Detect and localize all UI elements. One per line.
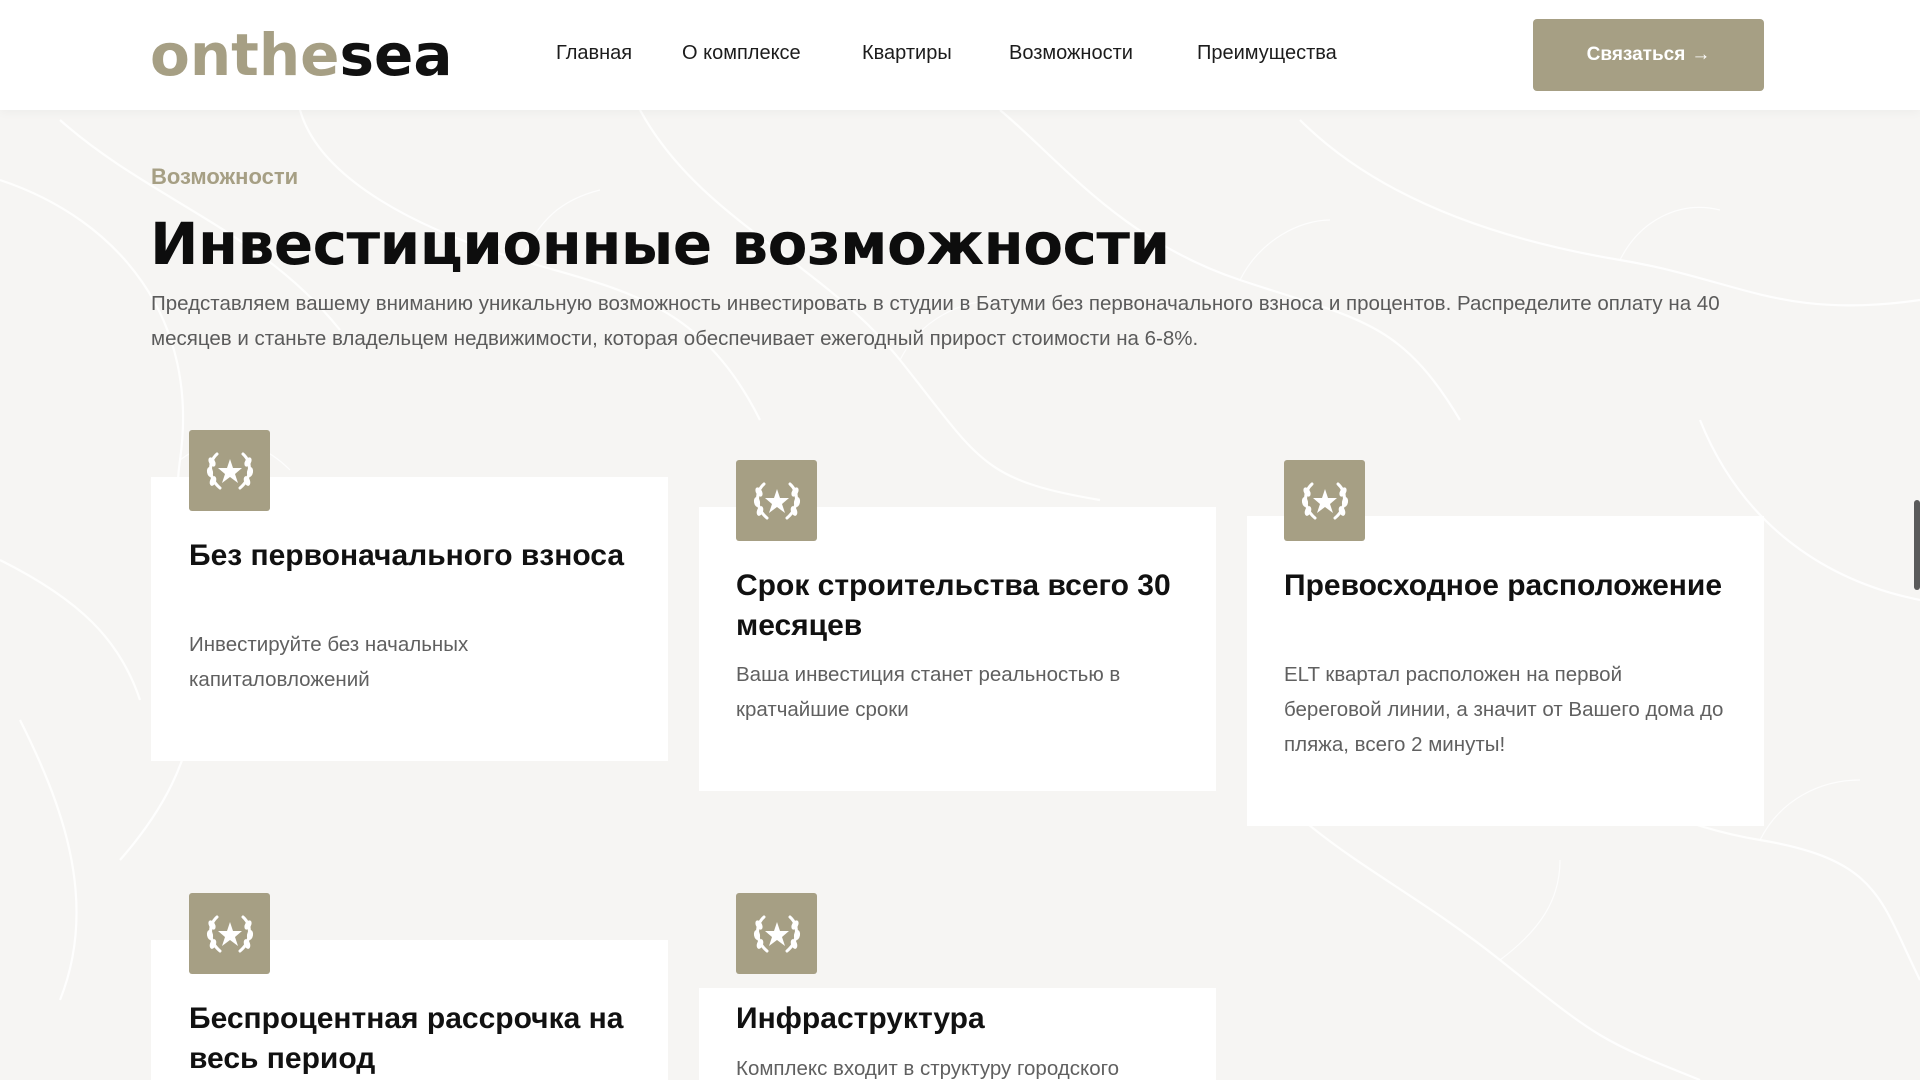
card-title: Срок строительства всего 30 месяцев — [736, 569, 1171, 642]
card-text: ELT квартал расположен на первой берегов… — [1284, 663, 1724, 756]
arrow-right-icon: → — [1691, 44, 1711, 65]
section-title: Инвестиционные возможности — [150, 210, 1170, 278]
contact-button[interactable]: Связаться → — [1533, 19, 1764, 91]
nav-apartments[interactable]: Квартиры — [862, 42, 952, 65]
nav-opportunities[interactable]: Возможности — [1009, 42, 1133, 65]
card-title: Беспроцентная рассрочка на весь период — [189, 1002, 624, 1075]
laurel-star-icon — [189, 893, 270, 974]
nav-about[interactable]: О комплексе — [682, 42, 801, 65]
nav-advantages[interactable]: Преимущества — [1197, 42, 1337, 65]
laurel-star-icon — [189, 430, 270, 511]
section-intro: Представляем вашему вниманию уникальную … — [151, 292, 1720, 350]
site-header: onthesea Главная О комплексе Квартиры Во… — [0, 0, 1920, 110]
logo-part-onthe: onthe — [150, 21, 340, 89]
logo[interactable]: onthesea — [150, 20, 453, 90]
feature-card — [151, 477, 668, 761]
section-eyebrow: Возможности — [151, 164, 299, 189]
laurel-star-icon — [736, 460, 817, 541]
card-title: Превосходное расположение — [1284, 569, 1723, 602]
card-text: Ваша инвестиция станет реальностью в кра… — [736, 663, 1121, 721]
laurel-star-icon — [736, 893, 817, 974]
nav-home[interactable]: Главная — [556, 42, 632, 65]
contact-button-label: Связаться — [1586, 44, 1686, 65]
card-title: Инфраструктура — [736, 1002, 985, 1035]
laurel-star-icon — [1284, 460, 1365, 541]
feature-card — [699, 507, 1216, 791]
scrollbar-thumb[interactable] — [1914, 500, 1920, 590]
card-text: Инвестируйте без начальных капиталовложе… — [189, 633, 469, 691]
logo-part-sea: sea — [339, 21, 453, 89]
card-title: Без первоначального взноса — [189, 539, 624, 572]
card-text: Комплекс входит в структуру городского — [736, 1057, 1120, 1080]
